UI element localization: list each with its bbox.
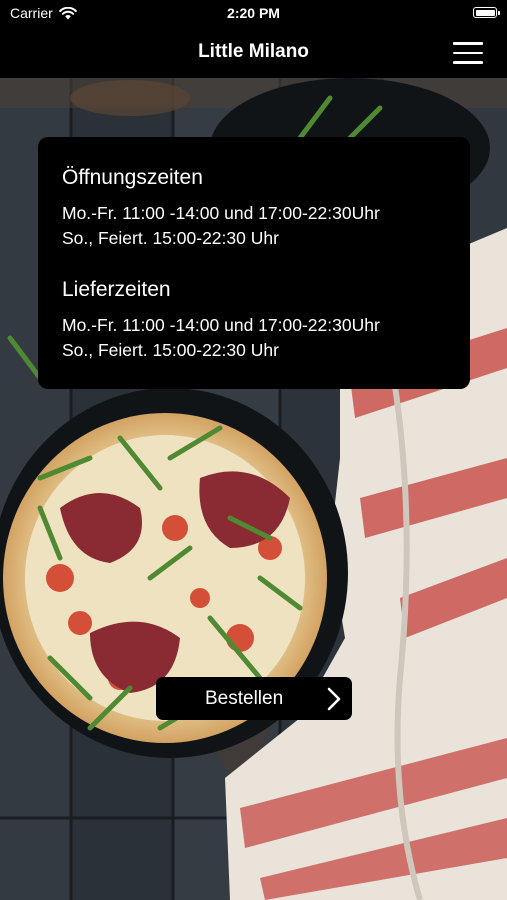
battery-icon: [473, 7, 500, 18]
hamburger-menu-icon[interactable]: [453, 42, 483, 64]
status-time: 2:20 PM: [227, 5, 280, 21]
app-title: Little Milano: [198, 41, 309, 62]
delivery-hours-weekend: So., Feiert. 15:00-22:30 Uhr: [62, 340, 279, 360]
opening-hours-heading: Öffnungszeiten: [62, 166, 203, 189]
chevron-right-icon: [327, 687, 341, 711]
opening-hours-weekend: So., Feiert. 15:00-22:30 Uhr: [62, 228, 279, 248]
opening-hours-weekdays: Mo.-Fr. 11:00 -14:00 und 17:00-22:30Uhr: [62, 203, 380, 223]
hours-info-card: Öffnungszeiten Mo.-Fr. 11:00 -14:00 und …: [38, 137, 470, 389]
delivery-hours-heading: Lieferzeiten: [62, 278, 171, 301]
status-bar: Carrier 2:20 PM: [0, 0, 507, 28]
navigation-bar: Little Milano: [0, 28, 507, 78]
order-button-label: Bestellen: [205, 688, 284, 709]
delivery-hours-weekdays: Mo.-Fr. 11:00 -14:00 und 17:00-22:30Uhr: [62, 315, 380, 335]
order-button[interactable]: Bestellen: [156, 677, 352, 720]
